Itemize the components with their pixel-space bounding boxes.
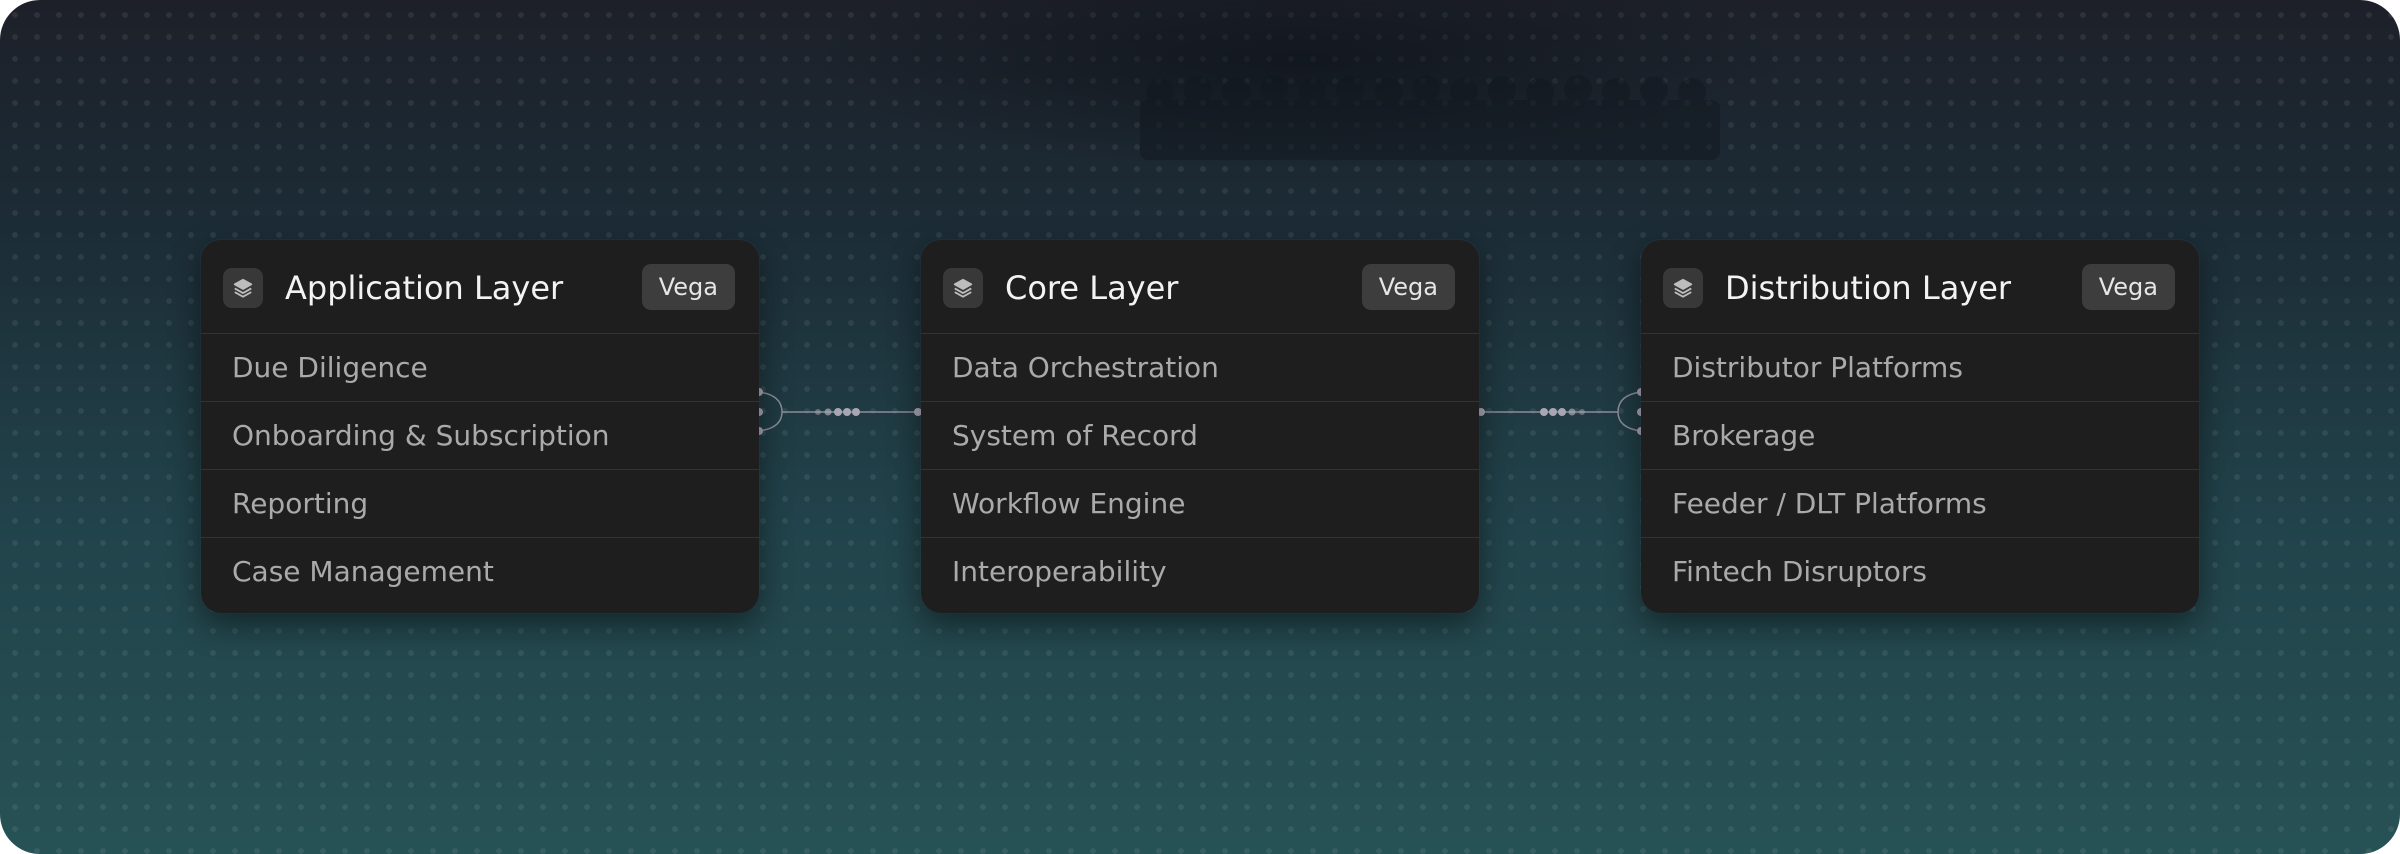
edge-flow-dot — [852, 408, 860, 416]
edge-flow-dot — [1549, 408, 1557, 416]
list-item[interactable]: Onboarding & Subscription — [201, 402, 759, 470]
edge-flow-dot — [1579, 409, 1585, 415]
edge-flow-dot — [834, 408, 842, 416]
stack-icon — [1663, 268, 1703, 308]
edge-flow-dot — [843, 408, 851, 416]
list-item[interactable]: Distributor Platforms — [1641, 334, 2199, 402]
edge-flow-dot — [1540, 408, 1548, 416]
item-list: Distributor Platforms Brokerage Feeder /… — [1641, 334, 2199, 605]
card-title: Core Layer — [1005, 269, 1179, 307]
stack-icon — [223, 268, 263, 308]
list-item[interactable]: Feeder / DLT Platforms — [1641, 470, 2199, 538]
edge-flow-dot — [815, 409, 821, 415]
vega-badge: Vega — [641, 264, 735, 310]
layer-card-core[interactable]: Core Layer Vega Data Orchestration Syste… — [921, 240, 1479, 613]
list-item[interactable]: Reporting — [201, 470, 759, 538]
item-list: Data Orchestration System of Record Work… — [921, 334, 1479, 605]
list-item[interactable]: Data Orchestration — [921, 334, 1479, 402]
edge-flow-dot — [1558, 408, 1566, 416]
item-list: Due Diligence Onboarding & Subscription … — [201, 334, 759, 605]
diagram-canvas: Application Layer Vega Due Diligence Onb… — [0, 0, 2400, 854]
card-header: Application Layer Vega — [201, 240, 759, 334]
card-header: Distribution Layer Vega — [1641, 240, 2199, 334]
list-item[interactable]: Fintech Disruptors — [1641, 538, 2199, 605]
stack-icon — [943, 268, 983, 308]
vega-badge: Vega — [1361, 264, 1455, 310]
list-item[interactable]: Interoperability — [921, 538, 1479, 605]
list-item[interactable]: Workflow Engine — [921, 470, 1479, 538]
layer-card-distribution[interactable]: Distribution Layer Vega Distributor Plat… — [1641, 240, 2199, 613]
card-title: Distribution Layer — [1725, 269, 2012, 307]
card-title: Application Layer — [285, 269, 564, 307]
list-item[interactable]: Brokerage — [1641, 402, 2199, 470]
list-item[interactable]: System of Record — [921, 402, 1479, 470]
card-header: Core Layer Vega — [921, 240, 1479, 334]
layer-card-application[interactable]: Application Layer Vega Due Diligence Onb… — [201, 240, 759, 613]
vega-badge: Vega — [2081, 264, 2175, 310]
list-item[interactable]: Case Management — [201, 538, 759, 605]
edge-flow-dot — [824, 408, 832, 416]
list-item[interactable]: Due Diligence — [201, 334, 759, 402]
edge-flow-dot — [1568, 408, 1576, 416]
